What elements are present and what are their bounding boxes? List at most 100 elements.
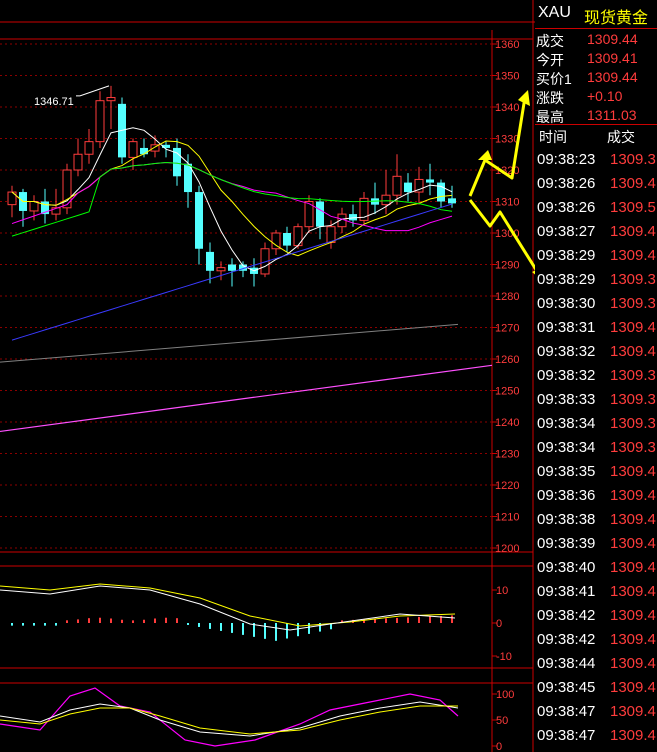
high-annotation-pointer — [76, 85, 110, 97]
candle-body — [106, 97, 116, 102]
kdj-k-line — [0, 701, 459, 737]
ma120-line — [0, 323, 459, 363]
tick-price: 1309.3 — [610, 151, 656, 168]
tick-time: 09:38:38 — [537, 511, 596, 528]
tick-price: 1309.4 — [610, 175, 656, 192]
price-tick-label: 1340 — [495, 102, 519, 114]
candle-body — [228, 264, 236, 271]
tick-price: 1309.4 — [610, 559, 656, 576]
tick-time: 09:38:47 — [537, 703, 596, 720]
macd-tick-label: -10 — [496, 651, 512, 663]
tick-price: 1309.4 — [610, 247, 656, 264]
tick-row: 09:38:26 1309.5 — [535, 196, 657, 220]
macd-tick-label: 10 — [496, 585, 508, 597]
tick-time: 09:38:34 — [537, 439, 596, 456]
tick-price: 1309.3 — [610, 415, 656, 432]
tick-row: 09:38:26 1309.4 — [535, 172, 657, 196]
price-tick-label: 1350 — [495, 71, 519, 83]
tick-price: 1309.3 — [610, 391, 656, 408]
tick-row: 09:38:29 1309.3 — [535, 268, 657, 292]
tick-time: 09:38:39 — [537, 535, 596, 552]
tick-row: 09:38:33 1309.3 — [535, 388, 657, 412]
price-tick-label: 1330 — [495, 134, 519, 146]
tick-time: 09:38:35 — [537, 463, 596, 480]
candle-body — [448, 198, 456, 204]
tick-row: 09:38:27 1309.4 — [535, 220, 657, 244]
tick-price: 1309.4 — [610, 343, 656, 360]
price-tick-label: 1230 — [495, 449, 519, 461]
tick-price: 1309.4 — [610, 535, 656, 552]
candle-body — [426, 179, 434, 183]
tick-time: 09:38:30 — [537, 295, 596, 312]
candle-body — [271, 232, 281, 250]
tick-price: 1309.4 — [610, 607, 656, 624]
candle-body — [316, 201, 324, 227]
candle-body — [437, 182, 445, 202]
tick-price: 1309.4 — [610, 655, 656, 672]
tick-price: 1309.3 — [610, 271, 656, 288]
tick-price: 1309.4 — [610, 463, 656, 480]
price-tick-label: 1250 — [495, 386, 519, 398]
tick-header-price: 成交 — [607, 129, 635, 145]
tick-row: 09:38:31 1309.4 — [535, 316, 657, 340]
tick-time: 09:38:45 — [537, 679, 596, 696]
tick-row: 09:38:29 1309.4 — [535, 244, 657, 268]
price-tick-label: 1290 — [495, 260, 519, 272]
tick-time: 09:38:26 — [537, 199, 596, 216]
candle-body — [206, 251, 214, 271]
tick-time: 09:38:29 — [537, 247, 596, 264]
price-tick-label: 1260 — [495, 354, 519, 366]
tick-price: 1309.3 — [610, 439, 656, 456]
tick-row: 09:38:39 1309.4 — [535, 532, 657, 556]
tick-row: 09:38:30 1309.3 — [535, 292, 657, 316]
tick-time: 09:38:42 — [537, 607, 596, 624]
kdj-tick-label: 50 — [496, 715, 508, 727]
tick-row: 09:38:47 1309.4 — [535, 700, 657, 724]
tick-row: 09:38:38 1309.4 — [535, 508, 657, 532]
tick-time: 09:38:33 — [537, 391, 596, 408]
price-tick-label: 1240 — [495, 417, 519, 429]
tick-price: 1309.3 — [610, 295, 656, 312]
kline-chart[interactable]: 1360135013401330132013101300129012801270… — [0, 0, 535, 752]
kdj-tick-label: 0 — [496, 741, 502, 752]
tick-time: 09:38:32 — [537, 343, 596, 360]
tick-row: 09:38:35 1309.4 — [535, 460, 657, 484]
tick-time: 09:38:34 — [537, 415, 596, 432]
candle-body — [195, 192, 203, 249]
tick-row: 09:38:45 1309.4 — [535, 676, 657, 700]
candle-body — [128, 141, 138, 158]
tick-row: 09:38:42 1309.4 — [535, 604, 657, 628]
tick-time: 09:38:31 — [537, 319, 596, 336]
price-tick-label: 1200 — [495, 543, 519, 555]
candle-body — [73, 153, 83, 171]
arrow-head — [478, 150, 492, 160]
tick-price: 1309.5 — [610, 199, 656, 216]
tick-row: 09:38:40 1309.4 — [535, 556, 657, 580]
price-tick-label: 1270 — [495, 323, 519, 335]
tick-row: 09:38:23 1309.3 — [535, 148, 657, 172]
candle-body — [95, 100, 105, 143]
tick-time: 09:38:41 — [537, 583, 596, 600]
tick-time: 09:38:36 — [537, 487, 596, 504]
tick-time: 09:38:42 — [537, 631, 596, 648]
candle-body — [84, 141, 94, 155]
tick-row: 09:38:32 1309.3 — [535, 364, 657, 388]
macd-tick-label: 0 — [496, 618, 502, 630]
tick-row: 09:38:34 1309.3 — [535, 412, 657, 436]
tick-price: 1309.4 — [610, 703, 656, 720]
tick-row: 09:38:32 1309.4 — [535, 340, 657, 364]
tick-price: 1309.3 — [610, 367, 656, 384]
tick-time: 09:38:27 — [537, 223, 596, 240]
tick-row: 09:38:42 1309.4 — [535, 628, 657, 652]
tick-time: 09:38:23 — [537, 151, 596, 168]
tick-header-time: 时间 — [539, 129, 567, 145]
tick-row: 09:38:36 1309.4 — [535, 484, 657, 508]
price-tick-label: 1280 — [495, 291, 519, 303]
tick-time: 09:38:32 — [537, 367, 596, 384]
candle-body — [283, 233, 291, 246]
tick-price: 1309.4 — [610, 487, 656, 504]
candle-body — [293, 226, 303, 247]
candle-body — [216, 267, 226, 272]
candle-body — [381, 194, 391, 206]
tick-price: 1309.4 — [610, 583, 656, 600]
